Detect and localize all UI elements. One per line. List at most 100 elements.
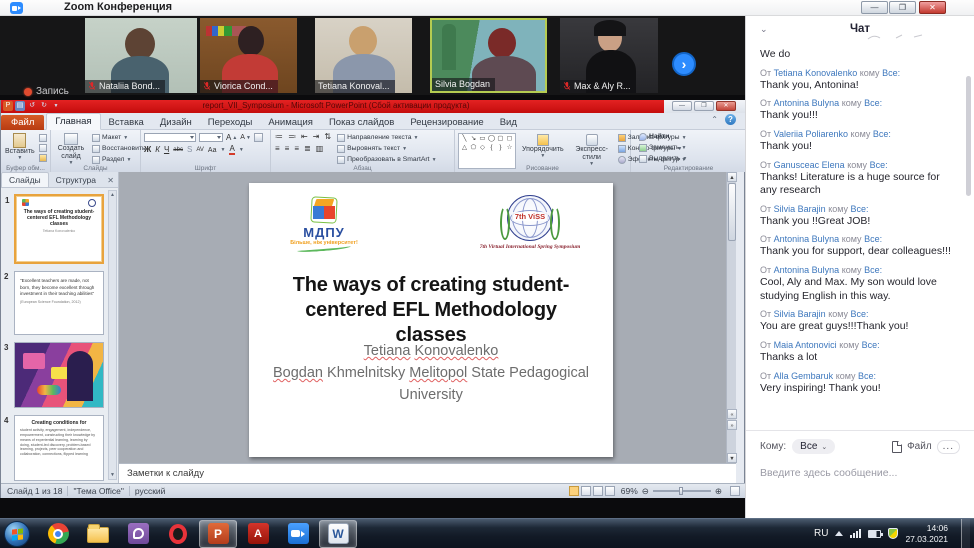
bullets-icon[interactable]: ≔ [275, 133, 283, 141]
shrink-font-icon[interactable]: А [240, 134, 245, 141]
chat-message-input[interactable] [760, 467, 960, 479]
align-right-icon[interactable]: ≡ [294, 145, 299, 153]
reading-view-icon[interactable] [593, 486, 603, 496]
battery-icon[interactable] [868, 530, 881, 538]
zoom-slider-thumb[interactable] [679, 487, 683, 495]
close-button[interactable]: ✕ [919, 1, 946, 14]
video-tile[interactable]: Tetiana Konoval... [315, 18, 412, 93]
slide-thumbnail-3[interactable]: 3 [14, 342, 104, 408]
quick-styles-button[interactable]: Экспресс-стили▼ [570, 133, 614, 169]
tab-slideshow[interactable]: Показ слайдов [321, 115, 402, 130]
character-spacing-icon[interactable]: AV [196, 147, 204, 153]
shape-rect-icon[interactable]: ▭ [478, 134, 487, 143]
numbering-icon[interactable]: ≕ [288, 133, 296, 141]
notes-pane[interactable]: Заметки к слайду [119, 463, 736, 483]
underline-icon[interactable]: Ч [164, 146, 169, 154]
grow-font-icon[interactable]: А [226, 134, 231, 142]
fit-to-window-icon[interactable] [730, 486, 740, 496]
increase-indent-icon[interactable]: ⇥ [313, 133, 320, 141]
next-participants-button[interactable]: › [672, 52, 696, 76]
start-button[interactable] [4, 521, 30, 547]
slide-sorter-view-icon[interactable] [581, 486, 591, 496]
undo-icon[interactable]: ↺ [27, 101, 37, 111]
slideshow-view-icon[interactable] [605, 486, 615, 496]
find-button[interactable]: Найти [639, 133, 746, 142]
close-panel-icon[interactable]: ✕ [103, 174, 118, 187]
scroll-down-icon[interactable]: ▼ [727, 453, 737, 463]
video-tile-active-speaker[interactable]: Silvia Bogdan [430, 18, 547, 93]
chat-scrollbar-thumb[interactable] [966, 76, 971, 196]
redo-icon[interactable]: ↻ [39, 101, 49, 111]
section-button[interactable]: Раздел▼ [92, 156, 146, 165]
taskbar-viber[interactable] [119, 520, 157, 548]
shapes-gallery[interactable]: ╲↘▭◯▢◻ △⬠◇{}☆ [458, 133, 516, 169]
decrease-indent-icon[interactable]: ⇤ [301, 133, 308, 141]
select-button[interactable]: Выделить▼ [639, 155, 746, 164]
show-desktop-button[interactable] [961, 519, 970, 548]
taskbar-word[interactable]: W [319, 520, 357, 548]
shape-line-icon[interactable]: ╲ [460, 134, 469, 143]
change-case-icon[interactable]: Аа [208, 147, 217, 154]
ppt-restore-button[interactable]: ❐ [694, 101, 714, 111]
slides-panel-scrollbar[interactable]: ▲ ▼ [108, 190, 117, 480]
zoom-in-icon[interactable]: ⊕ [715, 486, 722, 497]
chat-message-list[interactable]: We do От Tetiana Konovalenko кому Все: T… [760, 48, 956, 401]
tab-slides-thumbnails[interactable]: Слайды [1, 172, 49, 187]
shape-brace-icon[interactable]: { [487, 143, 496, 152]
taskbar-clock[interactable]: 14:06 27.03.2021 [905, 523, 954, 544]
shape-oval-icon[interactable]: ◯ [487, 134, 496, 143]
file-label[interactable]: Файл [907, 441, 932, 452]
font-name-select[interactable] [144, 133, 196, 142]
shape-callout-icon[interactable]: ◻ [505, 134, 514, 143]
align-center-icon[interactable]: ≡ [285, 145, 290, 153]
minimize-ribbon-icon[interactable]: ⌃ [711, 115, 718, 124]
previous-slide-icon[interactable]: « [727, 409, 737, 419]
text-shadow-icon[interactable]: S [187, 146, 192, 154]
slide-canvas[interactable]: МДПУ Більше, ніж університет! 7th ViSS 7… [249, 183, 613, 457]
slide-thumbnail-4[interactable]: 4 Creating conditions for student activi… [14, 415, 104, 481]
tab-insert[interactable]: Вставка [101, 115, 152, 130]
taskbar-powerpoint[interactable]: P [199, 520, 237, 548]
bold-icon[interactable]: Ж [144, 146, 151, 154]
language-indicator[interactable]: RU [814, 528, 828, 539]
paste-button[interactable]: Вставить▼ [3, 132, 37, 163]
taskbar-zoom[interactable] [279, 520, 317, 548]
align-left-icon[interactable]: ≡ [275, 145, 280, 153]
scrollbar-thumb[interactable] [728, 183, 736, 241]
tab-animation[interactable]: Анимация [260, 115, 321, 130]
editor-scrollbar[interactable]: ▲ « » ▼ [726, 172, 736, 463]
scroll-up-icon[interactable]: ▲ [109, 191, 116, 199]
minimize-button[interactable]: — [861, 1, 888, 14]
new-slide-button[interactable]: Создать слайд▼ [53, 132, 89, 168]
format-painter-icon[interactable] [39, 154, 47, 162]
taskbar-chrome[interactable] [39, 520, 77, 548]
help-icon[interactable]: ? [725, 114, 736, 125]
tab-transitions[interactable]: Переходы [200, 115, 261, 130]
tab-home[interactable]: Главная [46, 113, 100, 130]
zoom-slider[interactable] [653, 490, 711, 492]
recipient-dropdown[interactable]: Все⌄ [792, 439, 835, 454]
taskbar-opera[interactable] [159, 520, 197, 548]
line-spacing-icon[interactable]: ⇅ [324, 133, 331, 141]
scroll-down-icon[interactable]: ▼ [109, 471, 116, 479]
font-size-select[interactable] [199, 133, 223, 142]
columns-icon[interactable]: ▥ [316, 145, 324, 153]
taskbar-acrobat[interactable]: A [239, 520, 277, 548]
ppt-minimize-button[interactable]: — [672, 101, 692, 111]
tab-review[interactable]: Рецензирование [402, 115, 491, 130]
tab-view[interactable]: Вид [492, 115, 525, 130]
slide-thumbnail-2[interactable]: 2 "Excellent teachers are made, not born… [14, 271, 104, 335]
clear-formatting-icon[interactable] [254, 133, 263, 142]
next-slide-icon[interactable]: » [727, 420, 737, 430]
strikethrough-icon[interactable]: abc [173, 147, 183, 153]
language-indicator[interactable]: русский [135, 486, 166, 496]
video-tile[interactable]: Viorica Cond... [200, 18, 297, 93]
shape-rounded-icon[interactable]: ▢ [496, 134, 505, 143]
video-tile[interactable]: Max & Aly R... [560, 18, 658, 93]
normal-view-icon[interactable] [569, 486, 579, 496]
smartart-button[interactable]: Преобразовать в SmartArt▼ [337, 156, 436, 165]
cut-icon[interactable] [39, 134, 47, 142]
shape-star-icon[interactable]: ☆ [505, 143, 514, 152]
align-text-button[interactable]: Выровнять текст▼ [337, 145, 436, 154]
restore-button[interactable]: ❐ [889, 1, 916, 14]
